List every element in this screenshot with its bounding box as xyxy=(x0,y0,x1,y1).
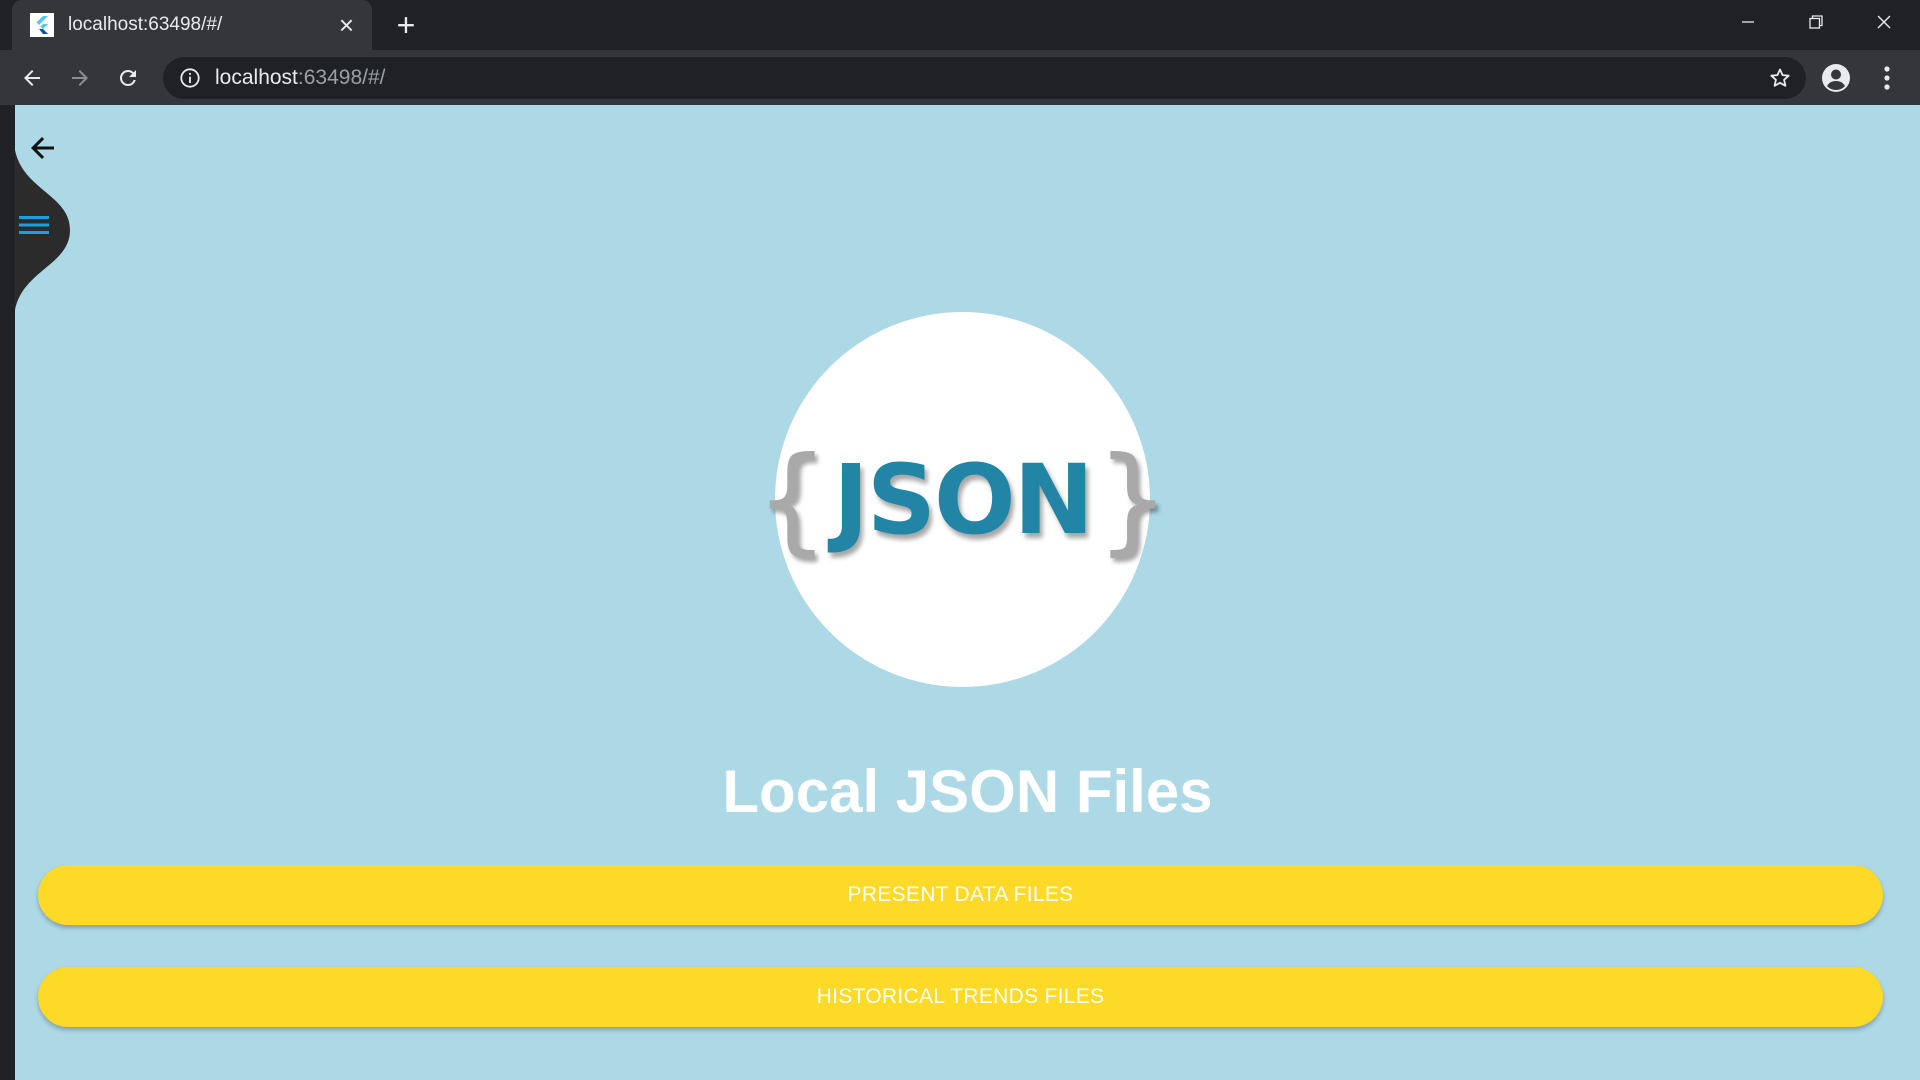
historical-trends-files-button[interactable]: HISTORICAL TRENDS FILES xyxy=(38,967,1883,1027)
kebab-menu-icon[interactable] xyxy=(1875,63,1899,93)
window-close-button[interactable] xyxy=(1850,0,1918,44)
logo-word: JSON xyxy=(833,443,1094,556)
profile-icon[interactable] xyxy=(1821,63,1851,93)
hamburger-menu-icon[interactable] xyxy=(19,213,49,237)
minimize-icon xyxy=(1742,21,1754,23)
arrow-left-icon xyxy=(24,70,40,86)
browser-toolbar: localhost:63498/#/ xyxy=(0,50,1920,105)
forward-button[interactable] xyxy=(62,60,98,96)
reload-button[interactable] xyxy=(110,60,146,96)
reload-icon xyxy=(119,69,136,86)
present-data-files-button[interactable]: PRESENT DATA FILES xyxy=(38,865,1883,925)
json-logo: { JSON } xyxy=(755,312,1170,687)
address-bar[interactable]: localhost:63498/#/ xyxy=(163,57,1806,99)
url-host: localhost xyxy=(215,66,298,89)
close-icon xyxy=(1877,15,1891,29)
minimize-button[interactable] xyxy=(1714,0,1782,44)
star-icon[interactable] xyxy=(1768,66,1792,90)
info-icon[interactable] xyxy=(179,67,201,89)
browser-tabstrip: localhost:63498/#/ × + xyxy=(0,0,1920,50)
logo-open-brace: { xyxy=(755,431,830,567)
back-button[interactable] xyxy=(14,60,50,96)
tab-close-button[interactable]: × xyxy=(339,12,354,38)
url-path: :63498/#/ xyxy=(297,66,386,89)
app-viewport: { JSON } Local JSON Files PRESENT DATA F… xyxy=(15,105,1920,1080)
restore-icon xyxy=(1809,15,1823,29)
tab-title: localhost:63498/#/ xyxy=(68,14,223,35)
new-tab-button[interactable]: + xyxy=(390,9,422,41)
restore-button[interactable] xyxy=(1782,0,1850,44)
browser-tab[interactable]: localhost:63498/#/ × xyxy=(12,0,372,50)
flutter-icon xyxy=(30,13,54,37)
page-title: Local JSON Files xyxy=(722,758,1213,825)
logo-close-brace: } xyxy=(1095,431,1170,567)
json-logo-text: { JSON } xyxy=(755,431,1170,567)
arrow-right-icon xyxy=(72,70,88,86)
